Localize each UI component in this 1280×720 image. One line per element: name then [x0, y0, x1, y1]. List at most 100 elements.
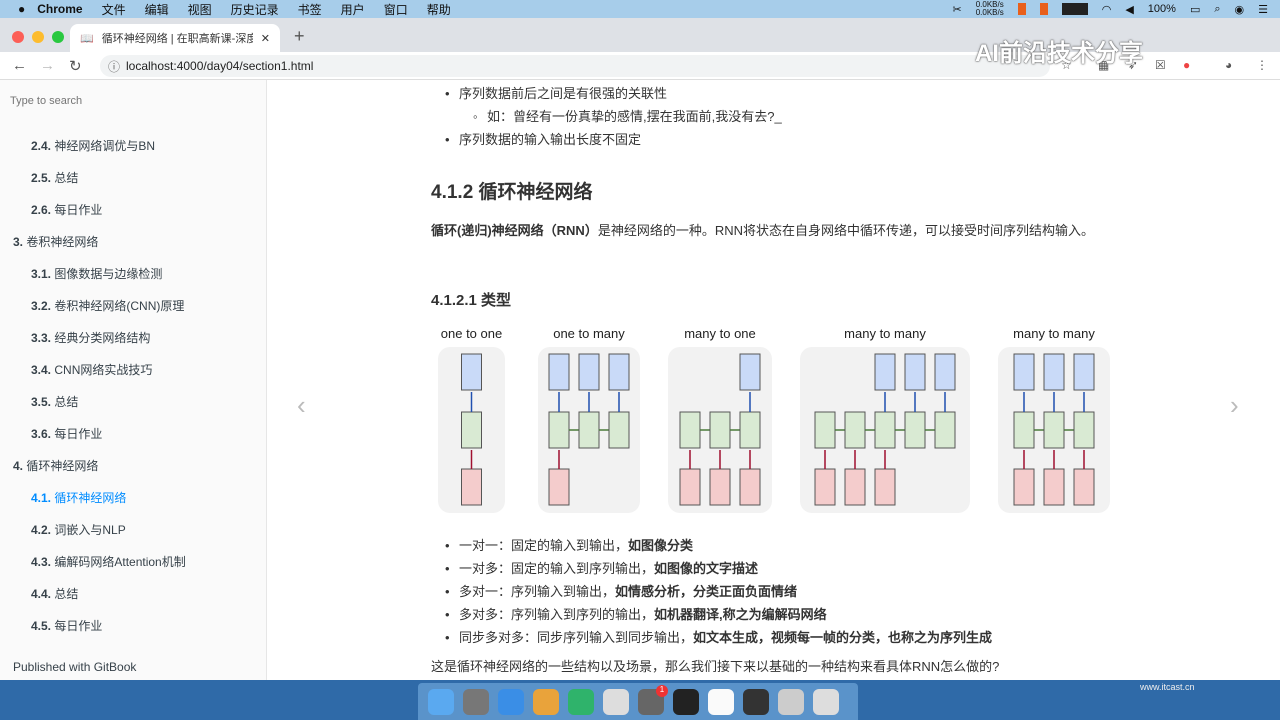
sidebar-item-label: 循环神经网络	[54, 491, 127, 505]
sidebar-item[interactable]: 2.5. 总结	[31, 169, 78, 186]
close-tab-icon[interactable]: ✕	[261, 32, 270, 45]
dock-pycharm-icon[interactable]	[568, 688, 594, 715]
sidebar-item-number: 2.4.	[31, 139, 52, 153]
dock-obs-icon[interactable]	[743, 688, 769, 715]
section-heading: 4.1.2 循环神经网络	[431, 182, 593, 203]
dock-keynote-icon[interactable]	[603, 688, 629, 715]
book-icon: 📖	[80, 32, 94, 45]
search-icon[interactable]: ⌕	[1214, 3, 1220, 16]
intro-paragraph: 循环(递归)神经网络（RNN）是神经网络的一种。RNN将状态在自身网络中循环传递…	[431, 220, 1121, 242]
sidebar-item-label: CNN网络实战技巧	[54, 363, 153, 377]
menu-help[interactable]: 帮助	[427, 1, 451, 18]
sidebar-item[interactable]: 3. 卷积神经网络	[13, 233, 98, 250]
input-box	[548, 468, 570, 506]
bullet-list: 序列数据前后之间是有很强的关联性 如：曾经有一份真挚的感情,摆在我面前,我没有去…	[445, 82, 782, 151]
menu-kebab-icon[interactable]: ⋮	[1256, 58, 1268, 72]
sidebar-item[interactable]: 2.4. 神经网络调优与BN	[31, 137, 155, 154]
sidebar-item-number: 3.4.	[31, 363, 52, 377]
sidebar-item[interactable]: 3.4. CNN网络实战技巧	[31, 361, 152, 378]
maximize-window-button[interactable]	[52, 31, 64, 43]
sidebar-item[interactable]: 4. 循环神经网络	[13, 457, 98, 474]
volume-icon[interactable]: ◀	[1125, 3, 1133, 16]
dock-preview-icon[interactable]	[778, 688, 804, 715]
dock-safari-icon[interactable]	[498, 688, 524, 715]
input-box	[814, 468, 836, 506]
sidebar-item[interactable]: 4.2. 词嵌入与NLP	[31, 521, 126, 538]
siri-icon[interactable]: ◉	[1235, 3, 1245, 16]
hidden-state-box	[739, 411, 761, 449]
sidebar-item[interactable]: 3.2. 卷积神经网络(CNN)原理	[31, 297, 184, 314]
next-page-arrow[interactable]: ›	[1230, 390, 1239, 421]
close-window-button[interactable]	[12, 31, 24, 43]
notification-center-icon[interactable]: ☰	[1258, 3, 1268, 16]
menu-edit[interactable]: 编辑	[145, 1, 169, 18]
back-button[interactable]: ←	[12, 57, 27, 74]
input-box	[709, 468, 731, 506]
scissors-icon[interactable]: ✂	[952, 3, 961, 16]
menu-history[interactable]: 历史记录	[231, 1, 279, 18]
reload-button[interactable]: ↻	[69, 57, 82, 75]
sidebar-item-label: 词嵌入与NLP	[54, 523, 126, 537]
output-box	[874, 353, 896, 391]
menu-file[interactable]: 文件	[102, 1, 126, 18]
sidebar-item[interactable]: 4.4. 总结	[31, 585, 78, 602]
shield-extension-icon[interactable]: ●	[1183, 58, 1190, 72]
dock-finder-icon[interactable]	[428, 688, 454, 715]
search-input[interactable]	[10, 95, 250, 107]
published-with-gitbook-link[interactable]: Published with GitBook	[13, 660, 136, 674]
type-desc: 一对多：固定的输入到序列输出，	[459, 561, 655, 576]
list-item: 一对一：固定的输入到输出，如图像分类	[445, 534, 992, 557]
menu-window[interactable]: 窗口	[384, 1, 408, 18]
dock-typora-icon[interactable]	[708, 688, 734, 715]
sidebar: 2.4. 神经网络调优与BN 2.5. 总结 2.6. 每日作业 3. 卷积神经网络 3…	[0, 80, 267, 680]
dock-terminal-icon[interactable]	[673, 688, 699, 715]
x-extension-icon[interactable]: ☒	[1155, 58, 1166, 72]
battery-icon[interactable]: ▭	[1190, 3, 1200, 16]
sidebar-item[interactable]: 4.3. 编解码网络Attention机制	[31, 553, 186, 570]
new-tab-button[interactable]: +	[294, 26, 305, 47]
menu-bookmarks[interactable]: 书签	[298, 1, 322, 18]
sidebar-item-number: 2.6.	[31, 203, 52, 217]
wifi-icon[interactable]: ◠	[1102, 3, 1112, 16]
input-box	[679, 468, 701, 506]
dock-launchpad-icon[interactable]	[463, 688, 489, 715]
network-speed: 0.0KB/s 0.0KB/s	[976, 1, 1004, 17]
sidebar-item-label: 每日作业	[54, 619, 103, 633]
dock-badge: 1	[656, 684, 668, 697]
menu-people[interactable]: 用户	[341, 1, 365, 18]
url-input[interactable]: ⓘ localhost:4000/day04/section1.html	[100, 55, 1050, 77]
sidebar-item[interactable]: 3.1. 图像数据与边缘检测	[31, 265, 162, 282]
cpu-meter	[1061, 3, 1088, 15]
sidebar-item[interactable]: 3.3. 经典分类网络结构	[31, 329, 150, 346]
hidden-state-box	[679, 411, 701, 449]
dock-system-preferences-icon[interactable]: 1	[638, 684, 668, 715]
sidebar-item[interactable]: 4.1. 循环神经网络	[31, 489, 126, 506]
menu-view[interactable]: 视图	[188, 1, 212, 18]
dock-chrome-icon[interactable]	[533, 688, 559, 715]
main-content: ‹ › 序列数据前后之间是有很强的关联性 如：曾经有一份真挚的感情,摆在我面前,…	[267, 80, 1280, 680]
sidebar-item-number: 4.1.	[31, 491, 52, 505]
sidebar-item[interactable]: 4.5. 每日作业	[31, 617, 102, 634]
dock-trash-icon[interactable]	[813, 688, 839, 715]
input-box	[1013, 468, 1035, 506]
diagram-title: one to many	[553, 326, 625, 341]
sidebar-item[interactable]: 3.6. 每日作业	[31, 425, 102, 442]
info-icon[interactable]: ⓘ	[108, 58, 120, 75]
apple-icon[interactable]: ●	[18, 2, 25, 16]
forward-button[interactable]: →	[40, 57, 55, 74]
minimize-window-button[interactable]	[32, 31, 44, 43]
sidebar-item[interactable]: 3.5. 总结	[31, 393, 78, 410]
output-box	[1013, 353, 1035, 391]
type-desc: 一对一：固定的输入到输出，	[459, 538, 629, 553]
list-item: 序列数据前后之间是有很强的关联性	[445, 82, 782, 105]
profile-avatar[interactable]: ◕	[1225, 58, 1232, 72]
net-down: 0.0KB/s	[975, 8, 1004, 17]
browser-tab[interactable]: 📖 循环神经网络 | 在职高新课-深度 ✕	[70, 24, 280, 52]
hidden-state-box	[1073, 411, 1095, 449]
output-box	[934, 353, 956, 391]
list-item: 同步多对多：同步序列输入到同步输出，如文本生成，视频每一帧的分类，也称之为序列生…	[445, 626, 992, 649]
sidebar-item-label: 神经网络调优与BN	[54, 139, 156, 153]
sidebar-item[interactable]: 2.6. 每日作业	[31, 201, 102, 218]
menu-app[interactable]: Chrome	[37, 2, 82, 16]
input-box	[461, 468, 482, 506]
